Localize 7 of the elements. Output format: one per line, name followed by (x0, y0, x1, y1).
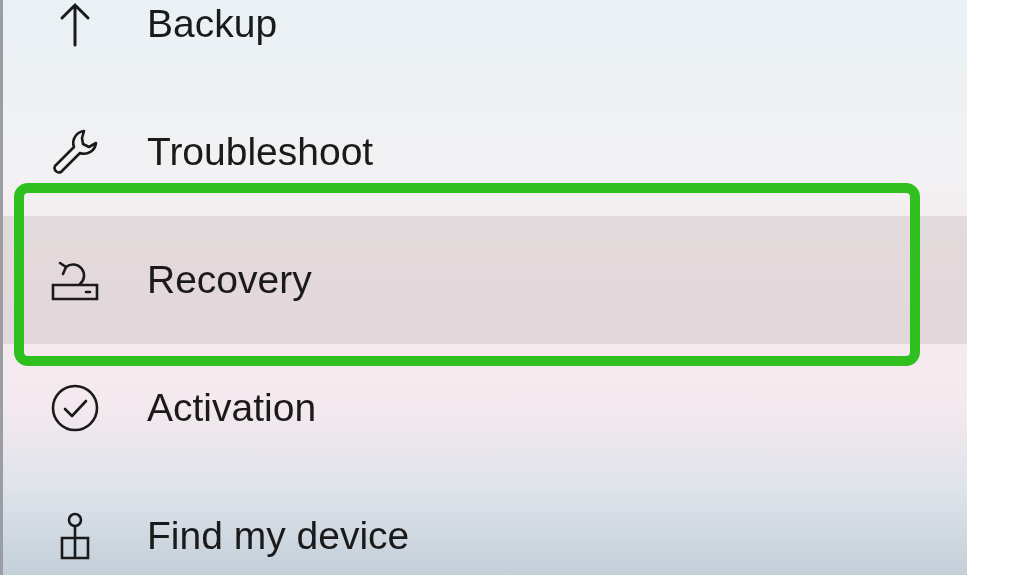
sidebar-item[interactable]: Recovery (3, 216, 967, 344)
check-circle-icon (50, 383, 100, 433)
sidebar-item[interactable]: Activation (3, 344, 967, 472)
sidebar-item[interactable]: Find my device (3, 472, 967, 575)
sidebar-item[interactable]: Backup (3, 0, 967, 88)
sidebar-item[interactable]: Troubleshoot (3, 88, 967, 216)
wrench-icon (50, 127, 100, 177)
